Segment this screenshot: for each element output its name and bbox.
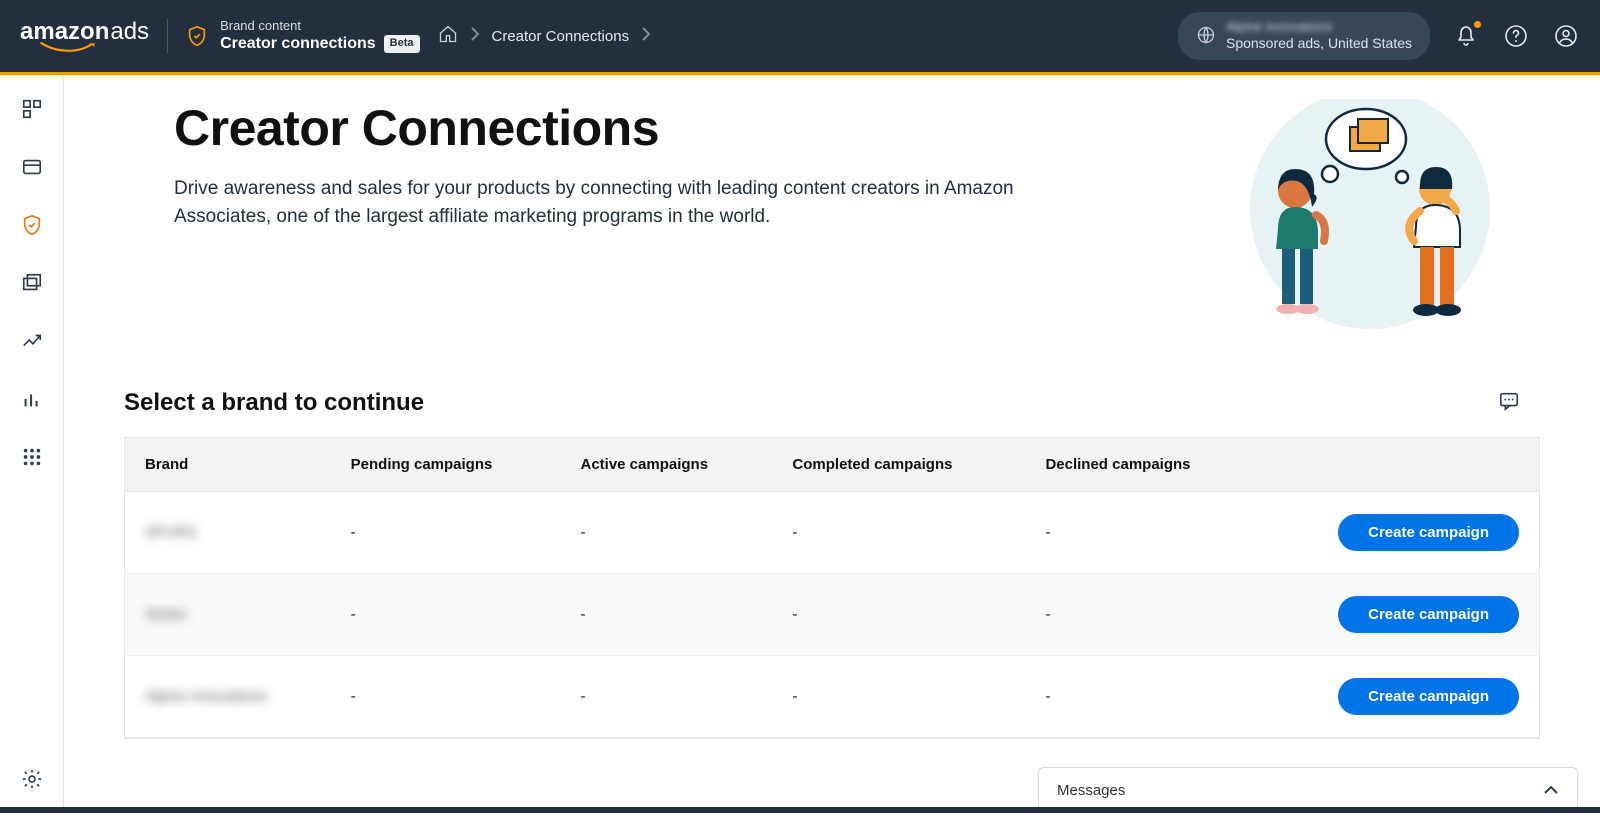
breadcrumb: Creator Connections — [438, 24, 652, 48]
divider — [167, 19, 168, 53]
table-row: Alpine Innovations - - - - Create campai… — [125, 656, 1539, 738]
cell-active: - — [560, 574, 772, 656]
home-icon[interactable] — [438, 24, 458, 48]
account-line: Sponsored ads, United States — [1226, 35, 1412, 51]
brand-select-header: Select a brand to continue — [64, 349, 1600, 437]
cell-completed: - — [772, 492, 1025, 574]
create-campaign-button[interactable]: Create campaign — [1338, 596, 1519, 633]
top-bar: amazonads Brand content Creator connecti… — [0, 0, 1600, 72]
th-action — [1260, 438, 1539, 492]
side-nav — [0, 75, 64, 813]
nav-reports[interactable] — [20, 387, 44, 411]
main-content: Creator Connections Drive awareness and … — [64, 75, 1600, 813]
account-switcher[interactable]: Alpine Innovations Sponsored ads, United… — [1178, 12, 1430, 59]
nav-dashboard[interactable] — [20, 97, 44, 121]
messages-label: Messages — [1057, 782, 1125, 799]
bottom-bar — [0, 807, 1600, 813]
account-name-blurred: Alpine Innovations — [1226, 20, 1412, 35]
cell-declined: - — [1025, 492, 1259, 574]
hero: Creator Connections Drive awareness and … — [64, 75, 1600, 349]
cell-declined: - — [1025, 656, 1259, 738]
page-subtitle: Drive awareness and sales for your produ… — [174, 175, 1034, 230]
cell-completed: - — [772, 574, 1025, 656]
bar-chart-icon — [21, 388, 43, 410]
amazon-smile-icon — [38, 42, 98, 52]
shield-icon — [21, 214, 43, 236]
notification-dot-icon — [1474, 21, 1481, 28]
card-icon — [21, 156, 43, 178]
apps-icon — [21, 446, 43, 468]
chevron-right-icon — [470, 27, 480, 45]
profile-icon — [1554, 24, 1578, 48]
gear-icon — [21, 768, 43, 790]
th-brand: Brand — [125, 438, 331, 492]
logo-amazon: amazon — [20, 20, 109, 44]
chevron-up-icon — [1543, 782, 1559, 799]
th-declined: Declined campaigns — [1025, 438, 1259, 492]
cell-active: - — [560, 492, 772, 574]
cell-declined: - — [1025, 574, 1259, 656]
trend-icon — [21, 330, 43, 352]
cell-pending: - — [331, 656, 561, 738]
page-title: Creator Connections — [174, 99, 1034, 157]
brand-supertitle: Brand content — [220, 18, 419, 34]
chat-icon — [1498, 390, 1520, 412]
help-icon — [1504, 24, 1528, 48]
section-title: Select a brand to continue — [124, 389, 424, 417]
brand-title: Creator connections — [220, 34, 376, 54]
profile-button[interactable] — [1552, 22, 1580, 50]
th-pending: Pending campaigns — [331, 438, 561, 492]
cell-completed: - — [772, 656, 1025, 738]
brand-context[interactable]: Brand content Creator connections Beta — [186, 18, 419, 54]
nav-billing[interactable] — [20, 155, 44, 179]
brand-name-blurred: Alpine Innovations — [145, 688, 268, 705]
nav-apps[interactable] — [20, 445, 44, 469]
grid-icon — [21, 98, 43, 120]
cell-pending: - — [331, 492, 561, 574]
nav-creative[interactable] — [20, 271, 44, 295]
brands-table: Brand Pending campaigns Active campaigns… — [124, 437, 1540, 739]
table-row: SPURS - - - - Create campaign — [125, 492, 1539, 574]
th-active: Active campaigns — [560, 438, 772, 492]
brand-name-blurred: SPURS — [145, 524, 197, 541]
cell-active: - — [560, 656, 772, 738]
cell-pending: - — [331, 574, 561, 656]
chevron-right-icon — [641, 27, 651, 45]
logo-ads: ads — [110, 20, 149, 44]
globe-icon — [1196, 25, 1216, 48]
beta-badge: Beta — [384, 35, 420, 53]
hero-illustration — [1170, 99, 1490, 339]
table-row: Stolen - - - - Create campaign — [125, 574, 1539, 656]
create-campaign-button[interactable]: Create campaign — [1338, 678, 1519, 715]
notifications-button[interactable] — [1452, 22, 1480, 50]
layers-icon — [21, 272, 43, 294]
help-button[interactable] — [1502, 22, 1530, 50]
create-campaign-button[interactable]: Create campaign — [1338, 514, 1519, 551]
nav-settings[interactable] — [20, 767, 44, 791]
nav-trends[interactable] — [20, 329, 44, 353]
breadcrumb-creator-connections[interactable]: Creator Connections — [492, 28, 630, 45]
shield-icon — [186, 25, 208, 47]
feedback-button[interactable] — [1498, 390, 1520, 417]
brand-name-blurred: Stolen — [145, 606, 188, 623]
th-completed: Completed campaigns — [772, 438, 1025, 492]
amazon-ads-logo[interactable]: amazonads — [20, 20, 149, 52]
bell-icon — [1454, 24, 1478, 48]
nav-brand-content[interactable] — [20, 213, 44, 237]
